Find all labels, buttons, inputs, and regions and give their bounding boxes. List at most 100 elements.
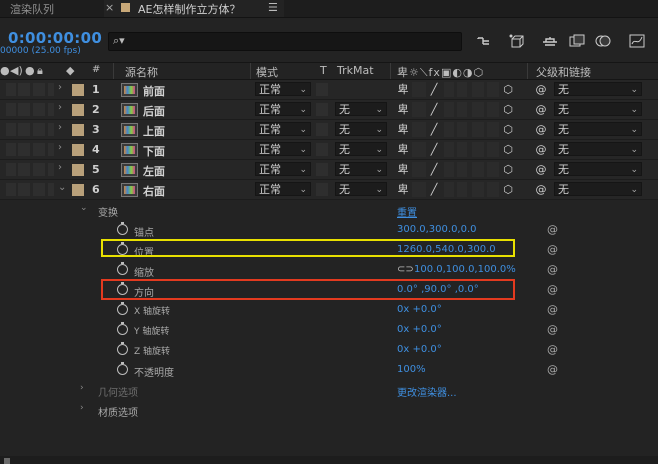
parent-select[interactable]: 无 ⌄ bbox=[554, 82, 642, 96]
transform-property-row[interactable]: 缩放 ⊂⊃ 100.0,100.0,100.0% @ bbox=[0, 260, 658, 280]
preserve-transparency-toggle[interactable] bbox=[316, 163, 328, 176]
lock-toggle[interactable] bbox=[48, 143, 54, 156]
change-renderer-link[interactable]: 更改渲染器... bbox=[397, 384, 457, 399]
track-matte-select[interactable]: 无 ⌄ bbox=[335, 142, 387, 156]
parent-select[interactable]: 无 ⌄ bbox=[554, 102, 642, 116]
lock-toggle[interactable] bbox=[48, 123, 54, 136]
expand-right-chevron-icon[interactable]: › bbox=[58, 142, 62, 153]
blend-mode-select[interactable]: 正常 ⌄ bbox=[255, 122, 311, 136]
material-options-row[interactable]: › 材质选项 bbox=[0, 400, 658, 420]
label-color-swatch[interactable] bbox=[72, 84, 84, 96]
preserve-transparency-toggle[interactable] bbox=[316, 183, 328, 196]
adjustment-switch[interactable] bbox=[487, 162, 499, 177]
adjustment-switch[interactable] bbox=[487, 122, 499, 137]
layer-row[interactable]: › 4 下面 正常 ⌄ 无 ⌄ 卑 ╱ ⬡ @ 无 ⌄ bbox=[0, 140, 658, 160]
lock-toggle[interactable] bbox=[48, 183, 54, 196]
parent-select[interactable]: 无 ⌄ bbox=[554, 142, 642, 156]
pick-whip-spiral-icon[interactable]: @ bbox=[534, 183, 548, 196]
pick-whip-spiral-icon[interactable]: @ bbox=[547, 283, 558, 296]
shy-layers-icon[interactable] bbox=[541, 33, 559, 49]
preserve-transparency-toggle[interactable] bbox=[316, 103, 328, 116]
layer-name[interactable]: 下面 bbox=[143, 143, 165, 159]
lock-toggle[interactable] bbox=[48, 83, 54, 96]
property-value[interactable]: 300.0,300.0,0.0 bbox=[397, 224, 477, 235]
transform-property-row[interactable]: 锚点 300.0,300.0,0.0 @ bbox=[0, 220, 658, 240]
layer-name[interactable]: 后面 bbox=[143, 103, 165, 119]
label-color-swatch[interactable] bbox=[72, 184, 84, 196]
track-matte-select[interactable]: 无 ⌄ bbox=[335, 122, 387, 136]
expand-right-chevron-icon[interactable]: › bbox=[58, 162, 62, 173]
pick-whip-spiral-icon[interactable]: @ bbox=[547, 223, 558, 236]
stopwatch-icon[interactable] bbox=[117, 322, 128, 335]
layer-switches-icons[interactable]: 卑☼⟍fx▣◐◑⬡ bbox=[397, 64, 484, 80]
motion-blur-switch[interactable] bbox=[472, 162, 484, 177]
layer-name[interactable]: 左面 bbox=[143, 163, 165, 179]
audio-toggle[interactable] bbox=[18, 83, 30, 96]
quality-switch-icon[interactable]: ╱ bbox=[427, 163, 441, 176]
expand-right-chevron-icon[interactable]: › bbox=[58, 122, 62, 133]
property-value[interactable]: 0x +0.0° bbox=[397, 344, 442, 355]
shy-switch-icon[interactable]: 卑 bbox=[396, 163, 410, 176]
expand-right-chevron-icon[interactable]: › bbox=[58, 102, 62, 113]
collapse-switch[interactable] bbox=[412, 102, 426, 117]
layer-row[interactable]: › 2 后面 正常 ⌄ 无 ⌄ 卑 ╱ ⬡ @ 无 ⌄ bbox=[0, 100, 658, 120]
pick-whip-spiral-icon[interactable]: @ bbox=[547, 263, 558, 276]
video-switch-icon[interactable]: ● bbox=[0, 64, 10, 77]
solo-toggle[interactable] bbox=[33, 163, 45, 176]
expand-chevron-icon[interactable]: › bbox=[80, 383, 84, 393]
blend-mode-select[interactable]: 正常 ⌄ bbox=[255, 102, 311, 116]
track-matte-select[interactable]: 无 ⌄ bbox=[335, 182, 387, 196]
shy-switch-icon[interactable]: 卑 bbox=[396, 103, 410, 116]
effect-switch[interactable] bbox=[444, 82, 454, 97]
effect-switch[interactable] bbox=[444, 102, 454, 117]
label-color-swatch[interactable] bbox=[72, 124, 84, 136]
constrain-proportions-link-icon[interactable]: ⊂⊃ bbox=[397, 264, 414, 275]
motion-blur-switch[interactable] bbox=[472, 102, 484, 117]
parent-select[interactable]: 无 ⌄ bbox=[554, 122, 642, 136]
stopwatch-icon[interactable] bbox=[117, 262, 128, 275]
expand-chevron-icon[interactable]: › bbox=[80, 403, 84, 413]
audio-toggle[interactable] bbox=[18, 103, 30, 116]
pick-whip-spiral-icon[interactable]: @ bbox=[534, 163, 548, 176]
solo-toggle[interactable] bbox=[33, 83, 45, 96]
pick-whip-spiral-icon[interactable]: @ bbox=[534, 123, 548, 136]
label-color-swatch[interactable] bbox=[72, 164, 84, 176]
audio-toggle[interactable] bbox=[18, 163, 30, 176]
frame-blend-switch[interactable] bbox=[457, 82, 467, 97]
video-toggle[interactable] bbox=[6, 143, 16, 156]
motion-blur-switch[interactable] bbox=[472, 82, 484, 97]
footer-toggle-icon[interactable] bbox=[4, 458, 10, 464]
pick-whip-spiral-icon[interactable]: @ bbox=[534, 83, 548, 96]
adjustment-switch[interactable] bbox=[487, 102, 499, 117]
frame-blend-switch[interactable] bbox=[457, 182, 467, 197]
property-value[interactable]: 0x +0.0° bbox=[397, 324, 442, 335]
motion-blur-switch[interactable] bbox=[472, 122, 484, 137]
pick-whip-spiral-icon[interactable]: @ bbox=[547, 343, 558, 356]
column-mode[interactable]: 模式 bbox=[256, 64, 278, 80]
frame-blend-switch[interactable] bbox=[457, 162, 467, 177]
property-value[interactable]: 0x +0.0° bbox=[397, 304, 442, 315]
track-matte-select[interactable]: 无 ⌄ bbox=[335, 102, 387, 116]
stopwatch-icon[interactable] bbox=[117, 342, 128, 355]
video-toggle[interactable] bbox=[6, 83, 16, 96]
lock-toggle[interactable] bbox=[48, 103, 54, 116]
adjustment-switch[interactable] bbox=[487, 82, 499, 97]
transform-property-row[interactable]: X 轴旋转 0x +0.0° @ bbox=[0, 300, 658, 320]
video-toggle[interactable] bbox=[6, 163, 16, 176]
current-time-display[interactable]: 0:00:00:00 bbox=[8, 29, 102, 47]
video-toggle[interactable] bbox=[6, 103, 16, 116]
layer-row[interactable]: › 1 前面 正常 ⌄ 卑 ╱ ⬡ @ 无 ⌄ bbox=[0, 80, 658, 100]
solo-toggle[interactable] bbox=[33, 103, 45, 116]
collapse-switch[interactable] bbox=[412, 122, 426, 137]
draft-3d-icon[interactable] bbox=[508, 33, 526, 49]
frame-blend-switch[interactable] bbox=[457, 102, 467, 117]
transform-group-row[interactable]: ⌄ 变换 重置 bbox=[0, 200, 658, 220]
pick-whip-spiral-icon[interactable]: @ bbox=[547, 363, 558, 376]
label-tag-icon[interactable]: ◆ bbox=[66, 64, 74, 77]
layer-name[interactable]: 前面 bbox=[143, 83, 165, 99]
motion-blur-icon[interactable] bbox=[594, 33, 612, 49]
shy-switch-icon[interactable]: 卑 bbox=[396, 83, 410, 96]
blend-mode-select[interactable]: 正常 ⌄ bbox=[255, 142, 311, 156]
effect-switch[interactable] bbox=[444, 162, 454, 177]
collapse-switch[interactable] bbox=[412, 82, 426, 97]
